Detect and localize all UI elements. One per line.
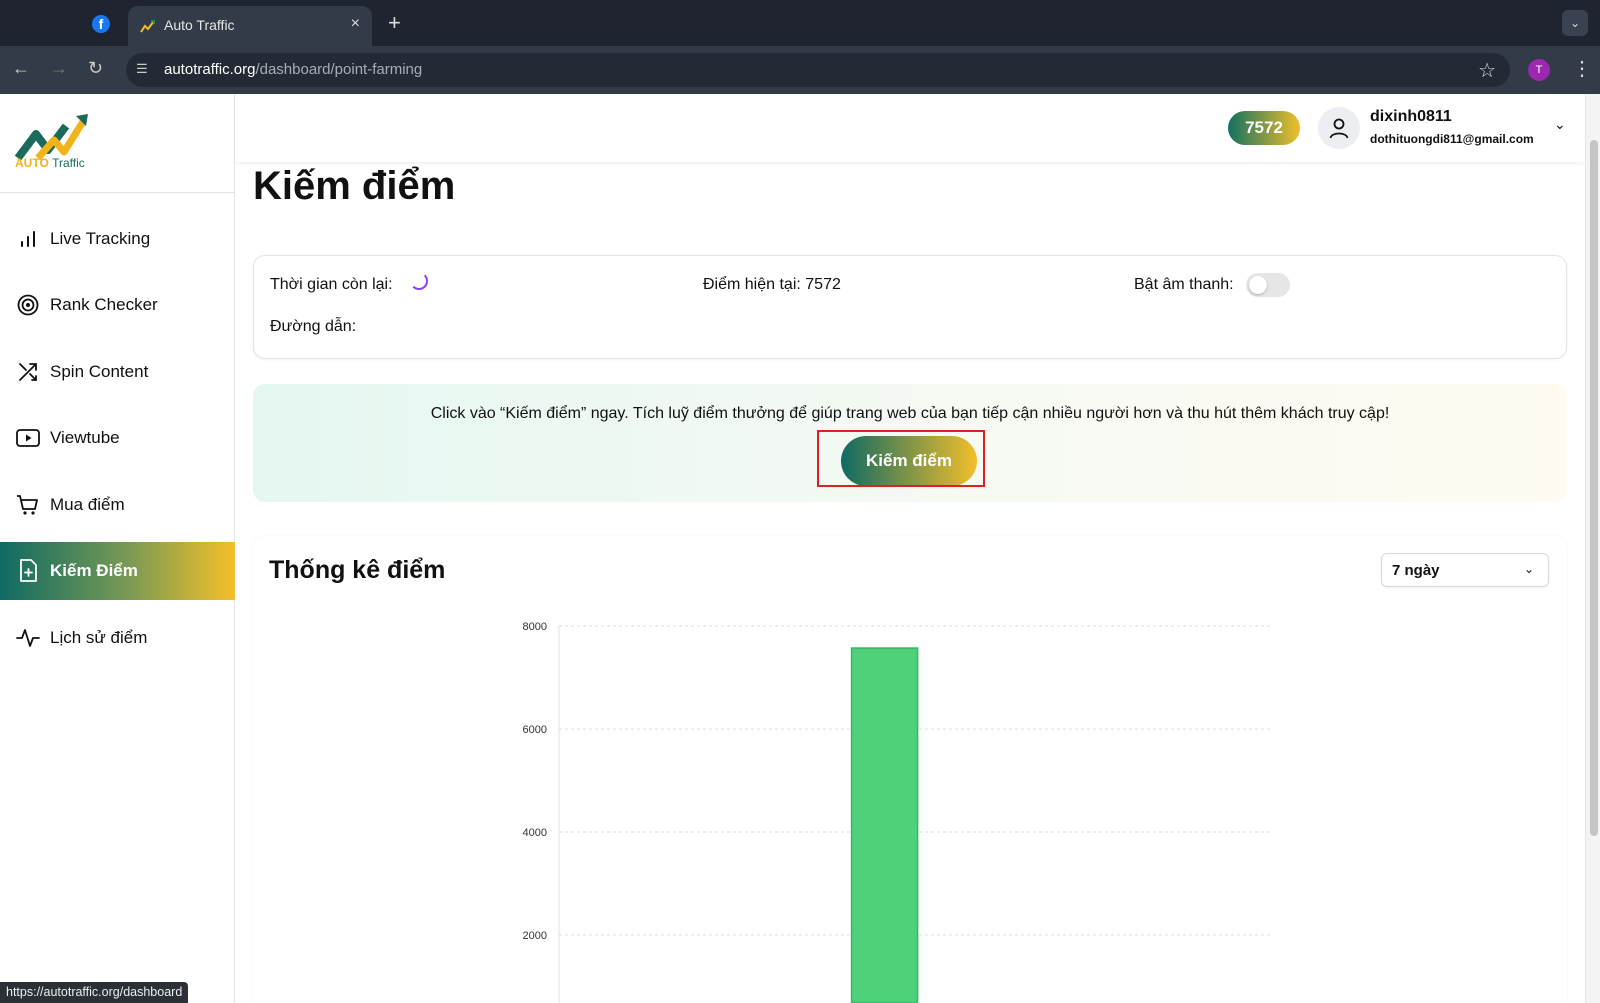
- y-tick-label: 2000: [523, 930, 547, 942]
- browser-tab-bar: f Auto Traffic × + ⌄: [0, 0, 1600, 46]
- shuffle-icon: [16, 360, 40, 384]
- cart-icon: [16, 493, 40, 517]
- file-plus-icon: [16, 559, 40, 583]
- sound-label: Bật âm thanh:: [1134, 276, 1234, 293]
- bookmark-star-icon[interactable]: ☆: [1478, 58, 1496, 83]
- more-menu-icon[interactable]: ⋮: [1572, 56, 1592, 81]
- top-header: 7572 dixinh0811 dothituongdi811@gmail.co…: [236, 94, 1585, 162]
- youtube-icon: [16, 426, 40, 450]
- points-bar-chart: 8000 6000 4000 2000: [523, 621, 1273, 1003]
- sidebar-item-label: Viewtube: [50, 428, 120, 447]
- facebook-tab-icon[interactable]: f: [92, 15, 110, 33]
- user-email: dothituongdi811@gmail.com: [1370, 132, 1534, 146]
- close-tab-icon[interactable]: ×: [351, 15, 360, 33]
- logo-word-auto: AUTO: [15, 156, 49, 170]
- toggle-knob: [1249, 276, 1267, 294]
- activity-icon: [16, 626, 40, 650]
- status-bar-url: https://autotraffic.org/dashboard: [0, 982, 189, 1003]
- range-select[interactable]: 7 ngày ⌄: [1381, 553, 1549, 587]
- profile-avatar[interactable]: T: [1528, 59, 1550, 81]
- sidebar-item-label: Mua điểm: [50, 495, 125, 514]
- new-tab-icon[interactable]: +: [388, 10, 401, 36]
- logo-word-traffic: Traffic: [52, 156, 85, 170]
- url-host: autotraffic.org: [164, 61, 256, 78]
- path-label: Đường dẫn:: [270, 318, 357, 335]
- y-tick-label: 6000: [523, 724, 547, 736]
- browser-tab-active[interactable]: Auto Traffic ×: [128, 6, 372, 46]
- auto-traffic-favicon-icon: [140, 20, 155, 33]
- sidebar-item-label: Spin Content: [50, 362, 149, 381]
- sidebar-item-viewtube[interactable]: Viewtube: [0, 409, 235, 467]
- user-avatar[interactable]: [1318, 107, 1360, 149]
- earn-button-highlight-box: [817, 430, 985, 487]
- chart-bar: [850, 647, 919, 1003]
- tab-search-chevron-icon[interactable]: ⌄: [1562, 10, 1588, 36]
- current-points-label: Điểm hiện tại: 7572: [703, 276, 841, 293]
- sidebar: AUTO Traffic Live Tracking Rank Checker …: [0, 94, 235, 1003]
- chevron-down-icon: ⌄: [1523, 562, 1534, 576]
- site-settings-icon[interactable]: ☰: [136, 61, 148, 77]
- sidebar-item-label: Lịch sử điểm: [50, 628, 148, 647]
- sidebar-item-label: Kiếm Điểm: [50, 561, 138, 580]
- session-info-card: Thời gian còn lại: Điểm hiện tại: 7572 B…: [253, 255, 1567, 359]
- sound-toggle[interactable]: [1246, 273, 1290, 297]
- sidebar-item-lich-su-diem[interactable]: Lịch sử điểm: [0, 609, 235, 667]
- forward-icon[interactable]: →: [50, 58, 68, 79]
- scrollbar-thumb[interactable]: [1590, 140, 1598, 836]
- y-tick-label: 4000: [523, 827, 547, 839]
- address-bar[interactable]: ☰ autotraffic.org/dashboard/point-farmin…: [126, 53, 1510, 87]
- sidebar-item-label: Rank Checker: [50, 295, 158, 314]
- sidebar-item-mua-diem[interactable]: Mua điểm: [0, 476, 235, 534]
- user-icon: [1329, 118, 1349, 139]
- sidebar-item-kiem-diem[interactable]: Kiếm Điểm: [0, 542, 235, 600]
- back-icon[interactable]: ←: [12, 58, 30, 79]
- sidebar-item-spin-content[interactable]: Spin Content: [0, 343, 235, 401]
- browser-toolbar: ← → ↻ ☰ autotraffic.org/dashboard/point-…: [0, 46, 1600, 94]
- page-scrollbar[interactable]: [1585, 94, 1600, 1003]
- tab-title: Auto Traffic: [164, 17, 235, 33]
- user-menu-chevron-down-icon[interactable]: ⌄: [1554, 116, 1566, 133]
- y-tick-label: 8000: [523, 621, 547, 633]
- range-select-value: 7 ngày: [1392, 562, 1440, 579]
- page-title: Kiếm điểm: [253, 164, 456, 208]
- promo-text: Click vào “Kiếm điểm” ngay. Tích luỹ điể…: [430, 405, 1390, 422]
- reload-icon[interactable]: ↻: [88, 58, 103, 79]
- sidebar-divider: [0, 192, 235, 193]
- sidebar-item-live-tracking[interactable]: Live Tracking: [0, 210, 235, 268]
- url-path: /dashboard/point-farming: [255, 61, 423, 78]
- bar-chart-icon: [16, 227, 40, 251]
- stats-title: Thống kê điểm: [269, 556, 446, 584]
- target-icon: [16, 293, 40, 317]
- time-left-label: Thời gian còn lại:: [270, 276, 393, 293]
- logo-text: AUTO Traffic: [15, 156, 85, 170]
- address-url[interactable]: autotraffic.org/dashboard/point-farming: [164, 61, 422, 78]
- points-badge: 7572: [1228, 111, 1300, 145]
- sidebar-item-rank-checker[interactable]: Rank Checker: [0, 276, 235, 334]
- user-name: dixinh0811: [1370, 108, 1452, 125]
- loading-spinner-icon: [410, 272, 428, 290]
- sidebar-item-label: Live Tracking: [50, 229, 151, 248]
